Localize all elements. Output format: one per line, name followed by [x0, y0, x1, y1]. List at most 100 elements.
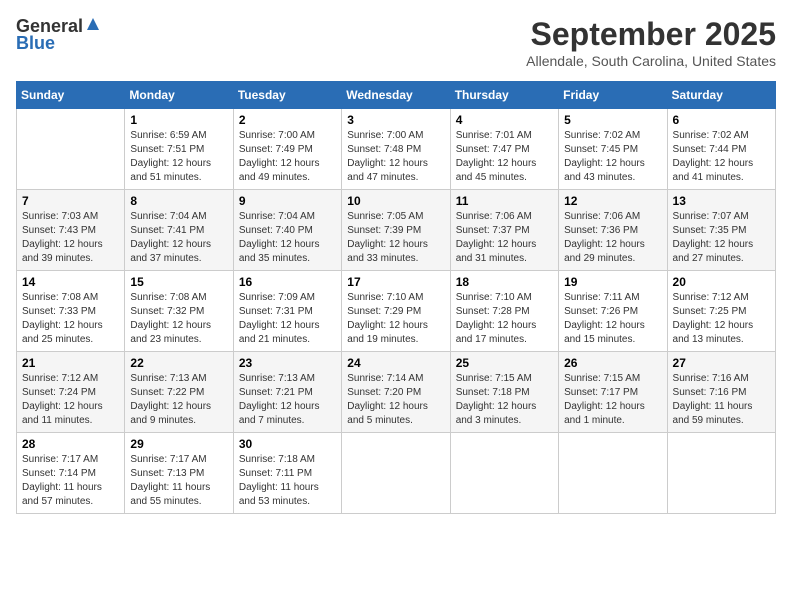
day-number: 24	[347, 356, 444, 370]
day-info: Sunrise: 7:02 AM Sunset: 7:45 PM Dayligh…	[564, 129, 661, 185]
day-info: Sunrise: 7:12 AM Sunset: 7:24 PM Dayligh…	[22, 372, 119, 428]
calendar-table: SundayMondayTuesdayWednesdayThursdayFrid…	[16, 81, 776, 514]
title-area: September 2025 Allendale, South Carolina…	[526, 16, 776, 69]
calendar-cell: 24Sunrise: 7:14 AM Sunset: 7:20 PM Dayli…	[342, 352, 450, 433]
day-number: 6	[673, 113, 770, 127]
day-number: 4	[456, 113, 553, 127]
calendar-cell: 25 Sunrise: 7:15 AM Sunset: 7:18 PM Dayli…	[450, 352, 558, 433]
calendar-cell: 9 Sunrise: 7:04 AM Sunset: 7:40 PM Daylig…	[233, 190, 341, 271]
calendar-cell: 18 Sunrise: 7:10 AM Sunset: 7:28 PM Dayli…	[450, 271, 558, 352]
calendar-cell: 19 Sunrise: 7:11 AM Sunset: 7:26 PM Dayli…	[559, 271, 667, 352]
calendar-cell: 27 Sunrise: 7:16 AM Sunset: 7:16 PM Dayli…	[667, 352, 775, 433]
day-info: Sunrise: 7:00 AM Sunset: 7:49 PM Dayligh…	[239, 129, 336, 185]
calendar-cell	[342, 433, 450, 514]
day-info: Sunrise: 7:11 AM Sunset: 7:26 PM Dayligh…	[564, 291, 661, 347]
day-number: 25	[456, 356, 553, 370]
day-info: Sunrise: 7:01 AM Sunset: 7:47 PM Dayligh…	[456, 129, 553, 185]
day-number: 17	[347, 275, 444, 289]
calendar-cell: 15 Sunrise: 7:08 AM Sunset: 7:32 PM Dayli…	[125, 271, 233, 352]
day-number: 5	[564, 113, 661, 127]
day-number: 29	[130, 437, 227, 451]
calendar-cell: 17 Sunrise: 7:10 AM Sunset: 7:29 PM Dayli…	[342, 271, 450, 352]
calendar-cell: 10 Sunrise: 7:05 AM Sunset: 7:39 PM Dayli…	[342, 190, 450, 271]
day-info: Sunrise: 7:12 AM Sunset: 7:25 PM Dayligh…	[673, 291, 770, 347]
day-info: Sunrise: 7:04 AM Sunset: 7:40 PM Dayligh…	[239, 210, 336, 266]
logo-blue: Blue	[16, 33, 55, 54]
day-info: Sunrise: 7:04 AM Sunset: 7:41 PM Dayligh…	[130, 210, 227, 266]
day-number: 22	[130, 356, 227, 370]
day-info: Sunrise: 7:17 AM Sunset: 7:13 PM Dayligh…	[130, 453, 227, 509]
calendar-cell: 7Sunrise: 7:03 AM Sunset: 7:43 PM Daylig…	[17, 190, 125, 271]
day-info: Sunrise: 7:18 AM Sunset: 7:11 PM Dayligh…	[239, 453, 336, 509]
weekday-header-wednesday: Wednesday	[342, 82, 450, 109]
location-title: Allendale, South Carolina, United States	[526, 53, 776, 69]
calendar-cell: 1 Sunrise: 6:59 AM Sunset: 7:51 PM Daylig…	[125, 109, 233, 190]
calendar-cell: 20 Sunrise: 7:12 AM Sunset: 7:25 PM Dayli…	[667, 271, 775, 352]
day-info: Sunrise: 7:15 AM Sunset: 7:18 PM Dayligh…	[456, 372, 553, 428]
weekday-header-monday: Monday	[125, 82, 233, 109]
day-info: Sunrise: 7:00 AM Sunset: 7:48 PM Dayligh…	[347, 129, 444, 185]
page-header: General Blue September 2025 Allendale, S…	[16, 16, 776, 69]
weekday-header-thursday: Thursday	[450, 82, 558, 109]
day-info: Sunrise: 7:02 AM Sunset: 7:44 PM Dayligh…	[673, 129, 770, 185]
calendar-cell: 28 Sunrise: 7:17 AM Sunset: 7:14 PM Dayli…	[17, 433, 125, 514]
day-info: Sunrise: 6:59 AM Sunset: 7:51 PM Dayligh…	[130, 129, 227, 185]
logo: General Blue	[16, 16, 101, 54]
day-number: 19	[564, 275, 661, 289]
weekday-header-friday: Friday	[559, 82, 667, 109]
calendar-cell: 5 Sunrise: 7:02 AM Sunset: 7:45 PM Daylig…	[559, 109, 667, 190]
calendar-cell: 16 Sunrise: 7:09 AM Sunset: 7:31 PM Dayli…	[233, 271, 341, 352]
calendar-cell: 11Sunrise: 7:06 AM Sunset: 7:37 PM Dayli…	[450, 190, 558, 271]
calendar-cell: 22 Sunrise: 7:13 AM Sunset: 7:22 PM Dayli…	[125, 352, 233, 433]
weekday-header-tuesday: Tuesday	[233, 82, 341, 109]
calendar-cell: 4 Sunrise: 7:01 AM Sunset: 7:47 PM Daylig…	[450, 109, 558, 190]
day-number: 27	[673, 356, 770, 370]
day-info: Sunrise: 7:08 AM Sunset: 7:32 PM Dayligh…	[130, 291, 227, 347]
day-info: Sunrise: 7:17 AM Sunset: 7:14 PM Dayligh…	[22, 453, 119, 509]
day-number: 15	[130, 275, 227, 289]
calendar-cell: 23 Sunrise: 7:13 AM Sunset: 7:21 PM Dayli…	[233, 352, 341, 433]
day-info: Sunrise: 7:10 AM Sunset: 7:28 PM Dayligh…	[456, 291, 553, 347]
calendar-cell	[450, 433, 558, 514]
calendar-cell: 21Sunrise: 7:12 AM Sunset: 7:24 PM Dayli…	[17, 352, 125, 433]
day-number: 14	[22, 275, 119, 289]
calendar-cell	[559, 433, 667, 514]
day-info: Sunrise: 7:05 AM Sunset: 7:39 PM Dayligh…	[347, 210, 444, 266]
calendar-cell: 26 Sunrise: 7:15 AM Sunset: 7:17 PM Dayli…	[559, 352, 667, 433]
calendar-cell	[17, 109, 125, 190]
day-info: Sunrise: 7:13 AM Sunset: 7:22 PM Dayligh…	[130, 372, 227, 428]
day-number: 8	[130, 194, 227, 208]
day-info: Sunrise: 7:03 AM Sunset: 7:43 PM Dayligh…	[22, 210, 119, 266]
calendar-cell: 3 Sunrise: 7:00 AM Sunset: 7:48 PM Daylig…	[342, 109, 450, 190]
day-info: Sunrise: 7:15 AM Sunset: 7:17 PM Dayligh…	[564, 372, 661, 428]
day-info: Sunrise: 7:06 AM Sunset: 7:37 PM Dayligh…	[456, 210, 553, 266]
calendar-cell: 12Sunrise: 7:06 AM Sunset: 7:36 PM Dayli…	[559, 190, 667, 271]
day-number: 23	[239, 356, 336, 370]
calendar-cell: 6 Sunrise: 7:02 AM Sunset: 7:44 PM Daylig…	[667, 109, 775, 190]
day-info: Sunrise: 7:10 AM Sunset: 7:29 PM Dayligh…	[347, 291, 444, 347]
day-info: Sunrise: 7:09 AM Sunset: 7:31 PM Dayligh…	[239, 291, 336, 347]
day-number: 28	[22, 437, 119, 451]
calendar-cell: 8 Sunrise: 7:04 AM Sunset: 7:41 PM Daylig…	[125, 190, 233, 271]
calendar-cell: 13 Sunrise: 7:07 AM Sunset: 7:35 PM Dayli…	[667, 190, 775, 271]
day-number: 3	[347, 113, 444, 127]
calendar-cell	[667, 433, 775, 514]
day-number: 13	[673, 194, 770, 208]
day-number: 1	[130, 113, 227, 127]
day-number: 18	[456, 275, 553, 289]
day-info: Sunrise: 7:16 AM Sunset: 7:16 PM Dayligh…	[673, 372, 770, 428]
day-number: 26	[564, 356, 661, 370]
calendar-cell: 14Sunrise: 7:08 AM Sunset: 7:33 PM Dayli…	[17, 271, 125, 352]
day-number: 20	[673, 275, 770, 289]
day-info: Sunrise: 7:13 AM Sunset: 7:21 PM Dayligh…	[239, 372, 336, 428]
calendar-cell: 2 Sunrise: 7:00 AM Sunset: 7:49 PM Daylig…	[233, 109, 341, 190]
day-info: Sunrise: 7:06 AM Sunset: 7:36 PM Dayligh…	[564, 210, 661, 266]
day-number: 30	[239, 437, 336, 451]
day-number: 9	[239, 194, 336, 208]
day-number: 16	[239, 275, 336, 289]
calendar-cell: 29 Sunrise: 7:17 AM Sunset: 7:13 PM Dayli…	[125, 433, 233, 514]
day-info: Sunrise: 7:07 AM Sunset: 7:35 PM Dayligh…	[673, 210, 770, 266]
weekday-header-saturday: Saturday	[667, 82, 775, 109]
day-number: 10	[347, 194, 444, 208]
day-number: 2	[239, 113, 336, 127]
